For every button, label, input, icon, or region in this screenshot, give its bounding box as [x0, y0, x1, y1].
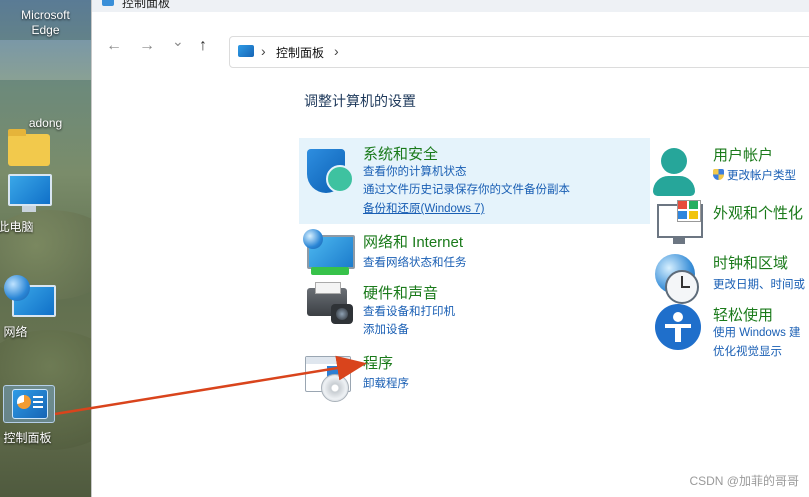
- watermark: CSDN @加菲的哥哥: [689, 474, 799, 488]
- annotation-arrow: [54, 355, 367, 416]
- annotation-arrow-line: [54, 355, 367, 416]
